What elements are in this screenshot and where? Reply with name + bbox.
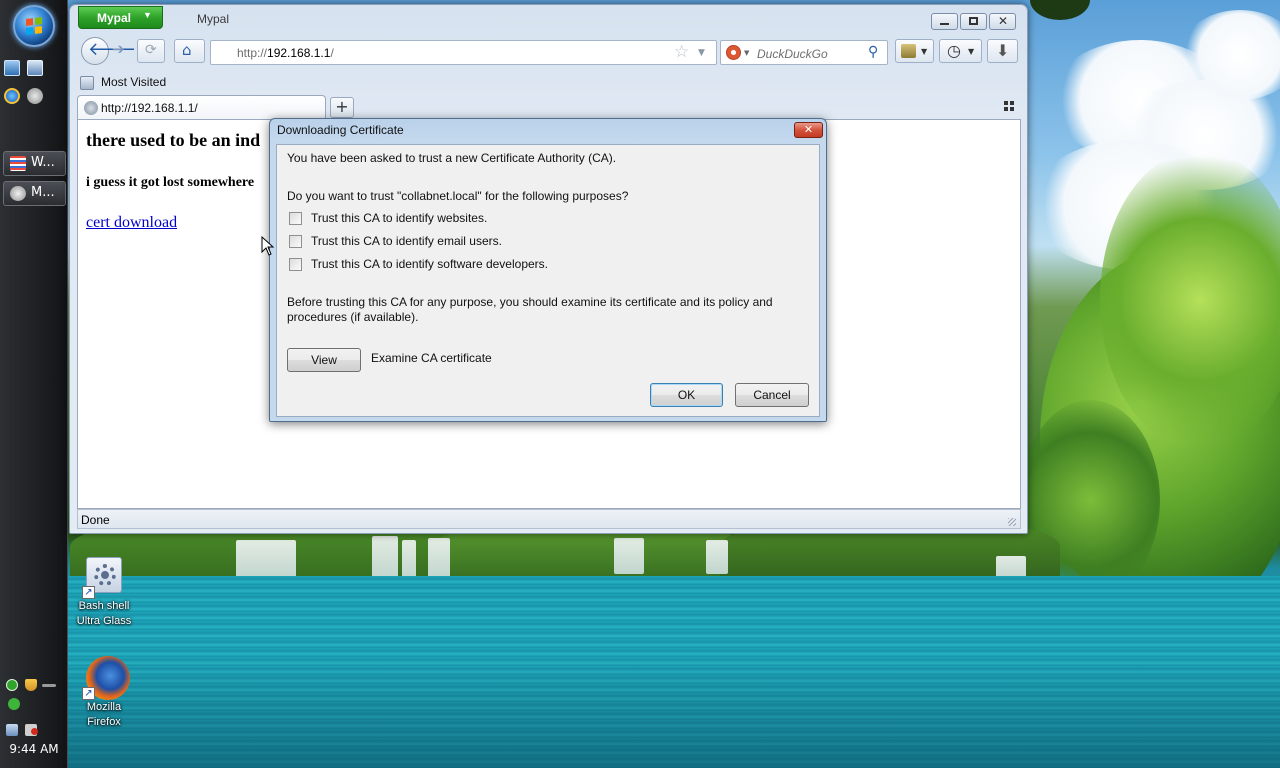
trust-software-checkbox[interactable]	[289, 258, 302, 271]
mypal-icon	[10, 186, 26, 201]
show-desktop-icon[interactable]	[4, 60, 20, 76]
firefox-icon: ↗	[82, 656, 130, 700]
resize-grip-icon[interactable]	[1008, 518, 1016, 526]
trust-email-label[interactable]: Trust this CA to identify email users.	[311, 234, 502, 248]
trust-email-checkbox[interactable]	[289, 235, 302, 248]
trust-websites-checkbox[interactable]	[289, 212, 302, 225]
downloading-certificate-dialog: Downloading Certificate ✕ You have been …	[269, 118, 827, 422]
url-bar[interactable]: http://192.168.1.1/ ☆ ▼	[210, 40, 717, 65]
taskbar: W... M... 9:44 AM	[0, 0, 68, 768]
search-icon[interactable]: ⚲	[868, 44, 878, 60]
page-favicon-icon	[84, 101, 98, 115]
forward-button[interactable]: ➔	[108, 39, 132, 63]
view-certificate-caption: Examine CA certificate	[371, 351, 492, 365]
reload-button[interactable]: ⟳	[137, 39, 165, 63]
network-status-icon[interactable]	[6, 679, 18, 691]
desktop-icon-bash-shell[interactable]: ↗ Bash shell Ultra Glass	[67, 555, 141, 629]
most-visited-folder-icon	[80, 76, 94, 90]
close-icon: ✕	[998, 14, 1009, 28]
new-tab-button[interactable]: +	[330, 97, 354, 118]
duckduckgo-icon[interactable]	[726, 45, 741, 60]
chevron-down-icon: ▼	[968, 47, 975, 56]
start-button[interactable]	[13, 5, 55, 47]
windows-logo-icon	[26, 17, 42, 35]
taskbar-clock[interactable]: 9:44 AM	[0, 742, 68, 756]
restore-icon	[969, 17, 978, 25]
shortcut-arrow-icon: ↗	[82, 586, 95, 599]
dialog-close-button[interactable]: ✕	[794, 122, 823, 138]
shortcut-arrow-icon: ↗	[82, 687, 95, 700]
desktop-icon-label: Bash shell	[78, 600, 130, 612]
internet-explorer-icon[interactable]	[4, 88, 20, 104]
list-all-tabs-icon[interactable]	[1004, 101, 1014, 111]
app-menu-label: Mypal	[97, 11, 132, 25]
cancel-button[interactable]: Cancel	[735, 383, 809, 407]
desktop-icon-label: Firefox	[87, 716, 121, 728]
back-button[interactable]: 🡐	[81, 37, 136, 65]
app-menu-button[interactable]: Mypal ▼	[78, 6, 163, 29]
lake-shadow	[68, 660, 1280, 768]
status-text: Done	[81, 513, 110, 527]
url-host: 192.168.1.1	[267, 46, 331, 60]
history-menu-button[interactable]: ◷ ▼	[939, 39, 982, 63]
check-icon[interactable]	[8, 698, 20, 710]
gear-icon: ↗	[82, 555, 126, 599]
dialog-advice-text: Before trusting this CA for any purpose,…	[287, 295, 773, 309]
chevron-down-icon: ▼	[921, 47, 928, 56]
search-placeholder: DuckDuckGo	[757, 47, 828, 61]
bookmark-star-icon[interactable]: ☆	[674, 42, 689, 62]
tab-title: http://192.168.1.1/	[101, 101, 198, 115]
downloads-button[interactable]: ⬇	[987, 39, 1018, 63]
switch-windows-icon[interactable]	[27, 60, 43, 76]
status-bar: Done	[77, 509, 1021, 529]
volume-muted-icon[interactable]	[25, 724, 38, 736]
dialog-title: Downloading Certificate	[277, 123, 404, 137]
network-icon[interactable]	[6, 724, 18, 736]
trust-websites-label[interactable]: Trust this CA to identify websites.	[311, 211, 487, 225]
cert-download-link[interactable]: cert download	[86, 214, 177, 232]
home-button[interactable]: ⌂	[174, 39, 205, 63]
dialog-body: You have been asked to trust a new Certi…	[276, 144, 820, 417]
page-heading: there used to be an ind	[86, 130, 261, 150]
home-icon: ⌂	[182, 41, 192, 59]
ok-button[interactable]: OK	[650, 383, 723, 407]
bookmarks-icon	[901, 44, 916, 58]
app-icon	[10, 156, 26, 171]
most-visited-bookmark[interactable]: Most Visited	[101, 75, 166, 89]
dialog-intro-text: You have been asked to trust a new Certi…	[287, 151, 617, 165]
restore-button[interactable]	[960, 13, 987, 30]
url-path: /	[330, 46, 334, 60]
desktop-icon-label: Mozilla	[86, 701, 122, 713]
search-bar[interactable]: ▼ DuckDuckGo ⚲	[720, 40, 888, 65]
taskbar-button-window-2[interactable]: M...	[3, 181, 66, 206]
usb-icon[interactable]	[42, 684, 56, 687]
clock-icon: ◷	[947, 41, 961, 60]
dialog-question-text: Do you want to trust "collabnet.local" f…	[287, 189, 629, 203]
mypal-quicklaunch-icon[interactable]	[27, 88, 43, 104]
tab-active[interactable]: http://192.168.1.1/	[77, 95, 326, 120]
close-window-button[interactable]: ✕	[989, 13, 1016, 30]
url-text[interactable]: http://192.168.1.1/	[237, 46, 334, 60]
forward-arrow-icon: ➔	[112, 40, 125, 58]
trust-software-label[interactable]: Trust this CA to identify software devel…	[311, 257, 548, 271]
minimize-button[interactable]	[931, 13, 958, 30]
dialog-advice-text: procedures (if available).	[287, 310, 419, 324]
reload-icon: ⟳	[145, 42, 157, 58]
bookmarks-menu-button[interactable]: ▼	[895, 39, 934, 63]
desktop-icon-mozilla-firefox[interactable]: ↗ Mozilla Firefox	[67, 656, 141, 730]
url-scheme: http://	[237, 46, 268, 60]
window-title: Mypal	[197, 12, 230, 26]
url-history-dropdown-icon[interactable]: ▼	[698, 48, 705, 58]
taskbar-button-label: W...	[31, 155, 55, 170]
chevron-down-icon: ▼	[143, 10, 152, 20]
taskbar-button-label: M...	[31, 185, 55, 200]
desktop-icon-label: Ultra Glass	[76, 615, 132, 627]
search-engine-dropdown-icon[interactable]: ▼	[744, 49, 749, 57]
download-arrow-icon: ⬇	[996, 41, 1010, 60]
view-certificate-button[interactable]: View	[287, 348, 361, 372]
minimize-icon	[940, 23, 949, 25]
page-subheading: i guess it got lost somewhere	[86, 175, 255, 190]
taskbar-button-window-1[interactable]: W...	[3, 151, 66, 176]
shield-icon[interactable]	[25, 679, 37, 691]
